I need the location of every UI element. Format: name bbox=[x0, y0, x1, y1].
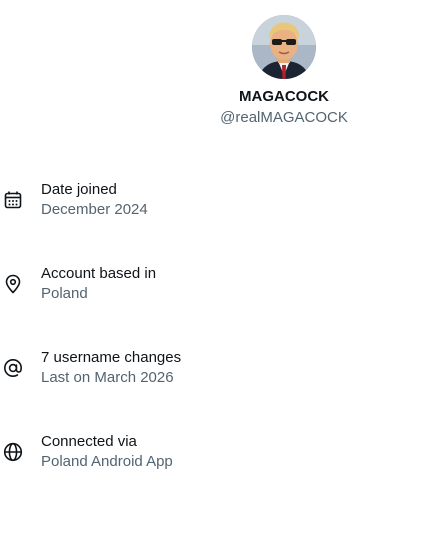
avatar-image bbox=[252, 15, 316, 79]
info-value: December 2024 bbox=[41, 201, 148, 218]
info-title: 7 username changes bbox=[41, 349, 182, 366]
handle: @realMAGACOCK bbox=[220, 109, 348, 126]
info-value: Last on March 2026 bbox=[41, 369, 174, 386]
info-row-username-changes: 7 username changes Last on March 2026 bbox=[0, 348, 436, 392]
info-value: Poland bbox=[41, 285, 88, 302]
info-title: Date joined bbox=[41, 181, 117, 198]
globe-icon bbox=[3, 442, 23, 462]
info-title: Account based in bbox=[41, 265, 157, 282]
info-row-date-joined: Date joined December 2024 bbox=[0, 180, 436, 224]
info-value: Poland Android App bbox=[41, 453, 173, 470]
location-pin-icon bbox=[3, 274, 23, 294]
avatar[interactable] bbox=[252, 15, 316, 79]
info-row-connected-via: Connected via Poland Android App bbox=[0, 432, 436, 476]
at-sign-icon bbox=[3, 358, 23, 378]
info-row-account-based-in: Account based in Poland bbox=[0, 264, 436, 308]
info-title: Connected via bbox=[41, 433, 137, 450]
calendar-icon bbox=[3, 190, 23, 210]
display-name: MAGACOCK bbox=[239, 88, 329, 105]
